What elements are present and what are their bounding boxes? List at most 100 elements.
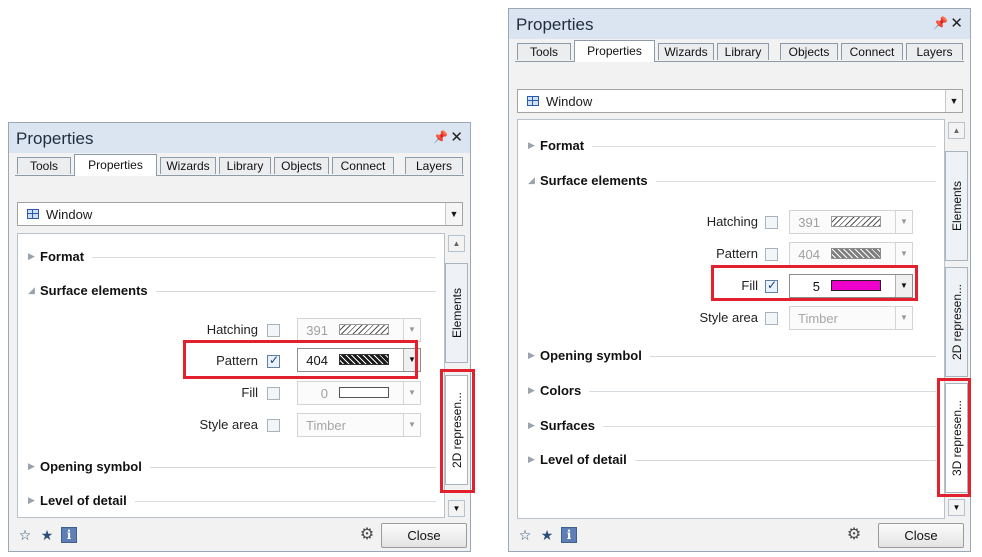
tab-layers[interactable]: Layers bbox=[906, 43, 963, 60]
chevron-down-icon[interactable]: ▼ bbox=[445, 203, 462, 225]
section-format[interactable]: ▶ Format bbox=[526, 138, 936, 154]
section-format[interactable]: ▶ Format bbox=[26, 249, 436, 265]
pattern-checkbox[interactable] bbox=[267, 353, 280, 368]
style-area-value: Timber bbox=[306, 418, 346, 433]
tab-tools[interactable]: Tools bbox=[517, 43, 571, 60]
chevron-down-icon[interactable]: ▼ bbox=[403, 382, 420, 404]
hatching-value: 391 bbox=[798, 215, 820, 230]
section-surface-elements[interactable]: ◢ Surface elements bbox=[26, 283, 436, 299]
window-icon bbox=[527, 96, 539, 106]
favorites-open-icon[interactable]: ☆ bbox=[17, 527, 33, 543]
favorites-save-icon[interactable]: ★ bbox=[539, 527, 555, 543]
chevron-down-icon[interactable]: ▼ bbox=[945, 90, 962, 112]
properties-panel-left: Properties 📌 ✕ Tools Properties Wizards … bbox=[8, 122, 471, 552]
style-area-checkbox[interactable] bbox=[765, 312, 778, 325]
fill-checkbox[interactable] bbox=[267, 387, 280, 400]
side-tab-elements[interactable]: Elements bbox=[445, 263, 468, 363]
fill-select[interactable]: 5 ▼ bbox=[789, 274, 913, 298]
chevron-down-icon[interactable]: ▼ bbox=[895, 211, 912, 233]
info-icon[interactable]: i bbox=[61, 527, 77, 543]
side-tab-elements[interactable]: Elements bbox=[945, 151, 968, 261]
section-colors[interactable]: ▶ Colors bbox=[526, 383, 936, 399]
tab-objects[interactable]: Objects bbox=[780, 43, 838, 60]
style-area-select[interactable]: Timber ▼ bbox=[297, 413, 421, 437]
tab-wizards[interactable]: Wizards bbox=[160, 157, 216, 174]
hatching-checkbox[interactable] bbox=[765, 216, 778, 229]
tab-objects[interactable]: Objects bbox=[274, 157, 329, 174]
side-tab-label: 2D represen... bbox=[949, 283, 964, 361]
tab-library[interactable]: Library bbox=[717, 43, 769, 60]
section-opening-symbol[interactable]: ▶ Opening symbol bbox=[26, 459, 436, 475]
hatching-checkbox[interactable] bbox=[267, 324, 280, 337]
section-label: Level of detail bbox=[540, 452, 635, 467]
gear-icon[interactable]: ⚙ bbox=[846, 527, 862, 543]
section-surface-elements[interactable]: ◢ Surface elements bbox=[526, 173, 936, 189]
tab-connect[interactable]: Connect bbox=[332, 157, 394, 174]
pin-icon[interactable]: 📌 bbox=[933, 16, 948, 30]
side-tab-label: Elements bbox=[449, 287, 464, 339]
pin-icon[interactable]: 📌 bbox=[433, 130, 448, 144]
pattern-select[interactable]: 404 ▼ bbox=[789, 242, 913, 266]
favorites-open-icon[interactable]: ☆ bbox=[517, 527, 533, 543]
expand-arrow-icon: ▶ bbox=[528, 385, 535, 395]
bottom-toolbar: ☆ ★ i ⚙ Close bbox=[9, 519, 470, 551]
pattern-swatch bbox=[339, 354, 389, 365]
expand-arrow-icon: ▶ bbox=[28, 251, 35, 261]
side-tab-3d-representation[interactable]: 3D represen... bbox=[945, 383, 968, 493]
chevron-down-icon[interactable]: ▼ bbox=[403, 319, 420, 341]
expand-arrow-icon: ▶ bbox=[528, 454, 535, 464]
scroll-up-button[interactable]: ▲ bbox=[448, 235, 465, 252]
section-surfaces[interactable]: ▶ Surfaces bbox=[526, 418, 936, 434]
fill-value: 5 bbox=[812, 279, 820, 294]
tab-connect[interactable]: Connect bbox=[841, 43, 903, 60]
info-icon[interactable]: i bbox=[561, 527, 577, 543]
pattern-select[interactable]: 404 ▼ bbox=[297, 348, 421, 372]
section-label: Colors bbox=[540, 383, 590, 398]
close-icon[interactable]: ✕ bbox=[450, 128, 463, 146]
pattern-label: Pattern bbox=[216, 353, 258, 368]
chevron-down-icon[interactable]: ▼ bbox=[895, 307, 912, 329]
side-tab-label: 3D represen... bbox=[949, 399, 964, 477]
style-area-checkbox[interactable] bbox=[267, 419, 280, 432]
tab-bar: Tools Properties Wizards Library Objects… bbox=[15, 154, 464, 176]
chevron-down-icon[interactable]: ▼ bbox=[895, 275, 912, 297]
title-bar[interactable]: Properties 📌 ✕ bbox=[9, 123, 470, 153]
chevron-down-icon[interactable]: ▼ bbox=[403, 414, 420, 436]
pattern-checkbox[interactable] bbox=[765, 248, 778, 261]
hatching-label: Hatching bbox=[706, 214, 758, 229]
close-button[interactable]: Close bbox=[878, 523, 964, 548]
object-type-select[interactable]: Window ▼ bbox=[17, 202, 463, 226]
object-type-select[interactable]: Window ▼ bbox=[517, 89, 963, 113]
gear-icon[interactable]: ⚙ bbox=[359, 527, 375, 543]
close-button[interactable]: Close bbox=[381, 523, 467, 548]
title-bar[interactable]: Properties 📌 ✕ bbox=[509, 9, 970, 39]
section-level-of-detail[interactable]: ▶ Level of detail bbox=[26, 493, 436, 509]
tab-library[interactable]: Library bbox=[219, 157, 271, 174]
section-opening-symbol[interactable]: ▶ Opening symbol bbox=[526, 348, 936, 364]
tab-tools[interactable]: Tools bbox=[17, 157, 71, 174]
hatching-select[interactable]: 391 ▼ bbox=[297, 318, 421, 342]
fill-swatch bbox=[339, 387, 389, 398]
favorites-save-icon[interactable]: ★ bbox=[39, 527, 55, 543]
chevron-down-icon[interactable]: ▼ bbox=[895, 243, 912, 265]
pattern-value: 404 bbox=[306, 353, 328, 368]
section-level-of-detail[interactable]: ▶ Level of detail bbox=[526, 452, 936, 468]
scroll-up-button[interactable]: ▲ bbox=[948, 122, 965, 139]
close-icon[interactable]: ✕ bbox=[950, 14, 963, 32]
scroll-down-button[interactable]: ▼ bbox=[948, 499, 965, 516]
tab-properties[interactable]: Properties bbox=[574, 40, 655, 62]
tab-layers[interactable]: Layers bbox=[405, 157, 463, 174]
style-area-label: Style area bbox=[699, 310, 758, 325]
fill-select[interactable]: 0 ▼ bbox=[297, 381, 421, 405]
properties-content: ▶ Format ◢ Surface elements Hatching 391… bbox=[517, 119, 945, 519]
side-tab-2d-representation[interactable]: 2D represen... bbox=[445, 375, 468, 485]
chevron-down-icon[interactable]: ▼ bbox=[403, 349, 420, 371]
hatching-select[interactable]: 391 ▼ bbox=[789, 210, 913, 234]
side-tab-2d-representation[interactable]: 2D represen... bbox=[945, 267, 968, 377]
fill-checkbox[interactable] bbox=[765, 278, 778, 293]
scroll-down-button[interactable]: ▼ bbox=[448, 500, 465, 517]
side-tab-label: 2D represen... bbox=[449, 391, 464, 469]
style-area-select[interactable]: Timber ▼ bbox=[789, 306, 913, 330]
tab-properties[interactable]: Properties bbox=[74, 154, 157, 176]
tab-wizards[interactable]: Wizards bbox=[658, 43, 714, 60]
